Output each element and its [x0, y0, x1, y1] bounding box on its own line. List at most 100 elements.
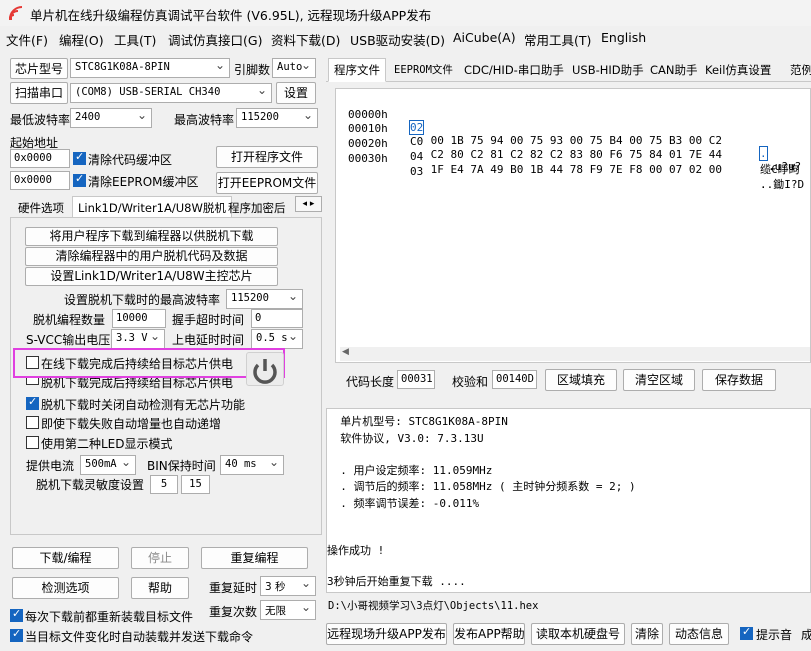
tab-eeprom-file[interactable]: EEPROM文件 [388, 58, 459, 80]
menu-debug[interactable]: 调试仿真接口(G) [168, 30, 262, 49]
file-path: D:\小哥视频学习\3点灯\Objects\11.hex [328, 600, 539, 612]
tab-program-encrypt[interactable]: 程序加密后 [222, 196, 294, 218]
menu-bar: 文件(F) 编程(O) 工具(T) 调试仿真接口(G) 资料下载(D) USB驱… [0, 28, 811, 50]
menu-program[interactable]: 编程(O) [59, 30, 104, 49]
save-data-button[interactable]: 保存数据 [702, 369, 776, 391]
clear-eeprom-label: 清除EEPROM缓冲区 [88, 175, 199, 189]
scan-port-button[interactable]: 扫描串口 [10, 82, 68, 104]
offline-count-input[interactable]: 10000 [112, 309, 166, 328]
tab-can[interactable]: CAN助手 [644, 58, 704, 80]
log-output: 单片机型号: STC8G1K08A-8PIN 软件协议, V3.0: 7.3.1… [326, 408, 811, 593]
log-line: 软件协议, V3.0: 7.3.13U [327, 432, 484, 445]
pin-count-select[interactable]: Auto [272, 58, 316, 78]
clear-log-button[interactable]: 清除 [631, 623, 663, 645]
menu-usb-driver[interactable]: USB驱动安装(D) [350, 30, 445, 49]
menu-aicube[interactable]: AiCube(A) [453, 30, 516, 45]
tab-offline[interactable]: Link1D/Writer1A/U8W脱机 [72, 196, 232, 218]
log-line: . 用户设定频率: 11.059MHz [327, 464, 493, 477]
eeprom-start-address-input[interactable]: 0x0000 [10, 171, 70, 190]
port-select[interactable]: (COM8) USB-SERIAL CH340 [70, 83, 272, 103]
read-disk-id-button[interactable]: 读取本机硬盘号 [531, 623, 625, 645]
dynamic-info-button[interactable]: 动态信息 [669, 623, 729, 645]
auto-load-send-label: 当目标文件变化时自动装载并发送下载命令 [25, 630, 254, 644]
supply-current-select[interactable]: 500mA [80, 455, 136, 475]
sensitivity-input-2[interactable]: 15 [181, 475, 210, 494]
checksum-value: 00140D [492, 370, 537, 389]
tab-scroll-arrows[interactable]: ◂ ▸ [295, 196, 322, 212]
svcc-voltage-select[interactable]: 3.3 V [111, 329, 165, 349]
download-program-button[interactable]: 下载/编程 [12, 547, 119, 569]
max-baud-select[interactable]: 115200 [236, 108, 318, 128]
menu-english[interactable]: English [601, 30, 646, 45]
open-eeprom-file-button[interactable]: 打开EEPROM文件 [216, 172, 318, 194]
hex-view[interactable]: 00000h 02 00 1B 75 94 00 75 93 00 75 B4 … [335, 88, 811, 363]
min-baud-label: 最低波特率 [10, 113, 71, 127]
repeat-count-select[interactable]: 无限 [260, 600, 316, 620]
menu-common-tools[interactable]: 常用工具(T) [524, 30, 591, 49]
hex-row-4: 00030h 03 . [348, 152, 767, 191]
offline-max-baud-select[interactable]: 115200 [226, 289, 303, 309]
svcc-voltage-label: S-VCC输出电压 [26, 333, 111, 347]
reload-before-download-label: 每次下载前都重新装载目标文件 [25, 610, 194, 624]
settings-button[interactable]: 设置 [276, 82, 316, 104]
handshake-timeout-input[interactable]: 0 [251, 309, 303, 328]
clear-eeprom-checkbox[interactable] [73, 172, 86, 187]
power-on-delay-select[interactable]: 0.5 s [251, 329, 303, 349]
log-line: 单片机型号: STC8G1K08A-8PIN [327, 415, 508, 428]
clear-code-label: 清除代码缓冲区 [88, 153, 173, 167]
sensitivity-input-1[interactable]: 5 [150, 475, 178, 494]
sound-label: 提示音 [756, 628, 793, 642]
detect-options-button[interactable]: 检测选项 [12, 577, 119, 599]
tab-program-file[interactable]: 程序文件 [328, 58, 386, 82]
sensitivity-label: 脱机下载灵敏度设置 [36, 478, 145, 492]
open-program-file-button[interactable]: 打开程序文件 [216, 146, 318, 168]
power-icon[interactable] [246, 352, 284, 386]
checksum-label: 校验和 [452, 375, 489, 389]
repeat-delay-select[interactable]: 3 秒 [260, 576, 316, 596]
stop-button[interactable]: 停止 [131, 547, 189, 569]
tab-keil-settings[interactable]: Keil仿真设置 [699, 58, 777, 80]
menu-download[interactable]: 资料下载(D) [271, 30, 340, 49]
second-led-mode-checkbox[interactable] [26, 436, 39, 449]
chip-model-select[interactable]: STC8G1K08A-8PIN [70, 58, 230, 78]
menu-tools[interactable]: 工具(T) [114, 30, 156, 49]
clear-area-button[interactable]: 清空区域 [623, 369, 695, 391]
repeat-program-button[interactable]: 重复编程 [201, 547, 308, 569]
max-baud-label: 最高波特率 [174, 113, 235, 127]
handshake-timeout-label: 握手超时时间 [172, 313, 245, 327]
disable-chip-detect-checkbox[interactable] [26, 395, 39, 410]
reload-before-download-checkbox[interactable] [10, 607, 23, 622]
download-to-programmer-button[interactable]: 将用户程序下载到编程器以供脱机下载 [25, 227, 278, 246]
auto-increment-checkbox[interactable] [26, 416, 39, 429]
truncated-label: 成 [801, 628, 811, 642]
title-bar: 单片机在线升级编程仿真调试平台软件 (V6.95L), 远程现场升级APP发布 [0, 0, 811, 26]
tab-examples[interactable]: 范例 [784, 58, 811, 80]
hex-horizontal-scrollbar[interactable]: ◀ [340, 347, 810, 361]
tab-usb-hid[interactable]: USB-HID助手 [566, 58, 650, 80]
left-tab-strip: 硬件选项 Link1D/Writer1A/U8W脱机 程序加密后 ◂ ▸ [10, 196, 322, 218]
chip-model-label: 芯片型号 [10, 58, 68, 79]
right-tab-strip: 程序文件 EEPROM文件 CDC/HID-串口助手 USB-HID助手 CAN… [326, 58, 811, 82]
app-logo-icon [9, 6, 23, 20]
fill-area-button[interactable]: 区域填充 [545, 369, 617, 391]
help-button[interactable]: 帮助 [131, 577, 189, 599]
sound-checkbox[interactable] [740, 625, 753, 640]
log-line: . 频率调节误差: -0.011% [327, 497, 480, 510]
menu-file[interactable]: 文件(F) [6, 30, 48, 49]
publish-app-button[interactable]: 远程现场升级APP发布 [326, 623, 447, 645]
auto-load-send-checkbox[interactable] [10, 627, 23, 642]
clear-programmer-code-button[interactable]: 清除编程器中的用户脱机代码及数据 [25, 247, 278, 266]
log-line: 3秒钟后开始重复下载 .... [327, 575, 466, 588]
code-length-value: 00031 [397, 370, 435, 389]
tab-cdc-serial[interactable]: CDC/HID-串口助手 [458, 58, 570, 80]
pin-count-label: 引脚数 [234, 63, 271, 77]
min-baud-select[interactable]: 2400 [70, 108, 152, 128]
tab-hardware-options[interactable]: 硬件选项 [12, 196, 70, 218]
power-on-delay-label: 上电延时时间 [172, 333, 245, 347]
bin-hold-time-select[interactable]: 40 ms [220, 455, 284, 475]
code-start-address-input[interactable]: 0x0000 [10, 149, 70, 168]
disable-chip-detect-label: 脱机下载时关闭自动检测有无芯片功能 [41, 398, 246, 412]
clear-code-checkbox[interactable] [73, 150, 86, 165]
publish-app-help-button[interactable]: 发布APP帮助 [453, 623, 525, 645]
set-master-chip-button[interactable]: 设置Link1D/Writer1A/U8W主控芯片 [25, 267, 278, 286]
